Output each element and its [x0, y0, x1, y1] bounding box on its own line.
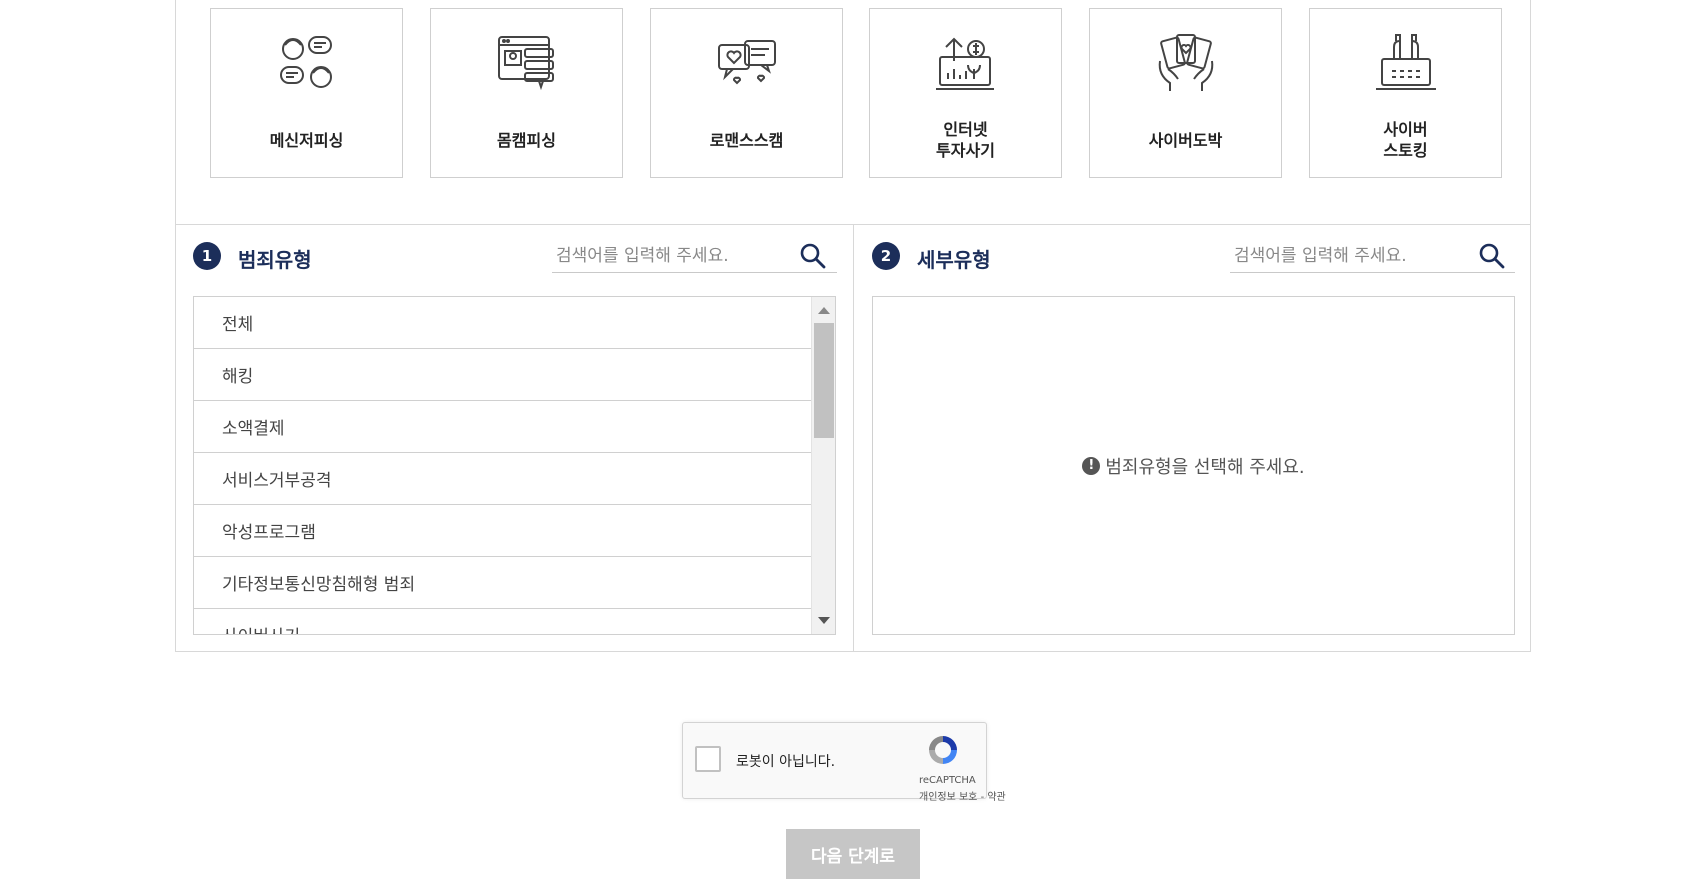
recaptcha-checkbox[interactable]	[695, 746, 721, 772]
messenger-phishing-icon	[280, 36, 332, 88]
recaptcha-privacy-link[interactable]: 개인정보 보호	[919, 792, 977, 803]
category-label: 로맨스스캠	[709, 130, 784, 150]
investment-fraud-icon	[936, 37, 994, 90]
recaptcha-links: 개인정보 보호 - 약관	[919, 788, 1006, 803]
empty-state-text: 범죄유형을 선택해 주세요.	[1105, 456, 1305, 478]
category-card-investment-fraud[interactable]: 인터넷 투자사기	[869, 8, 1062, 178]
crime-type-list: 전체 해킹 소액결제 서비스거부공격 악성프로그램 기타정보통신망침해형 범죄 …	[193, 296, 836, 635]
list-item-hacking[interactable]: 해킹	[194, 349, 811, 401]
scroll-up-arrow-icon[interactable]	[818, 307, 830, 314]
recaptcha-brand: reCAPTCHA	[919, 775, 976, 786]
webcam-phishing-icon	[498, 36, 554, 91]
cyber-gambling-icon	[1158, 34, 1214, 91]
category-label: 메신저피싱	[269, 130, 344, 150]
column-divider	[853, 225, 854, 652]
category-card-cyber-gambling[interactable]: 사이버도박	[1089, 8, 1282, 178]
info-icon: !	[1082, 456, 1101, 475]
category-label: 사이버도박	[1148, 130, 1223, 150]
step-badge: 2	[872, 242, 900, 270]
detail-type-search-input[interactable]	[1230, 239, 1515, 273]
detail-type-list: ! 범죄유형을 선택해 주세요.	[872, 296, 1515, 635]
recaptcha-widget: 로봇이 아닙니다. reCAPTCHA 개인정보 보호 - 약관	[682, 722, 1006, 803]
crime-type-search-input[interactable]	[552, 239, 837, 273]
recaptcha-terms-link[interactable]: 약관	[987, 792, 1005, 803]
list-item-other-network-crime[interactable]: 기타정보통신망침해형 범죄	[194, 557, 811, 609]
crime-type-title: 범죄유형	[238, 248, 312, 272]
recaptcha-link-separator: -	[977, 792, 988, 803]
list-item-cyber-fraud[interactable]: 사이버사기	[194, 609, 811, 634]
list-item-all[interactable]: 전체	[194, 297, 811, 349]
category-label: 사이버 스토킹	[1383, 120, 1428, 160]
list-item-malware[interactable]: 악성프로그램	[194, 505, 811, 557]
empty-state-message: ! 범죄유형을 선택해 주세요.	[1082, 453, 1305, 479]
search-icon[interactable]	[799, 242, 827, 270]
scroll-down-arrow-icon[interactable]	[818, 617, 830, 624]
next-step-button[interactable]: 다음 단계로	[786, 829, 920, 879]
search-icon[interactable]	[1478, 242, 1506, 270]
recaptcha-label: 로봇이 아닙니다.	[736, 754, 836, 770]
cyber-stalking-icon	[1376, 34, 1436, 90]
category-card-webcam-phishing[interactable]: 몸캠피싱	[430, 8, 623, 178]
detail-type-title: 세부유형	[917, 248, 991, 272]
category-card-romance-scam[interactable]: 로맨스스캠	[650, 8, 843, 178]
recaptcha-logo-icon	[929, 736, 957, 764]
romance-scam-icon	[718, 40, 776, 85]
list-item-ddos[interactable]: 서비스거부공격	[194, 453, 811, 505]
category-label: 몸캠피싱	[497, 130, 556, 150]
list-item-micropayment[interactable]: 소액결제	[194, 401, 811, 453]
category-card-cyber-stalking[interactable]: 사이버 스토킹	[1309, 8, 1502, 178]
list-scrollbar[interactable]	[811, 297, 835, 634]
category-label: 인터넷 투자사기	[936, 120, 995, 160]
step-badge: 1	[193, 242, 221, 270]
category-card-messenger-phishing[interactable]: 메신저피싱	[210, 8, 403, 178]
scroll-thumb[interactable]	[814, 323, 834, 438]
